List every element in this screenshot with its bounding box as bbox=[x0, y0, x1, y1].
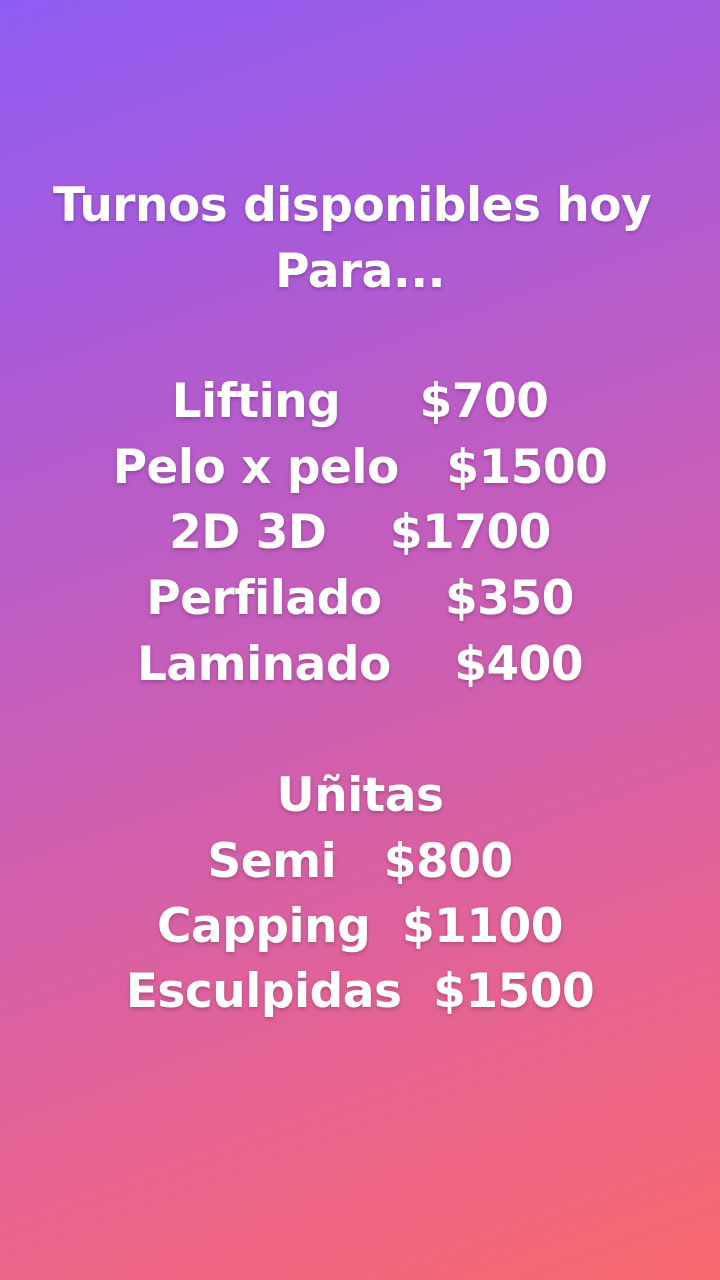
service-laminado: Laminado $400 bbox=[136, 637, 584, 692]
service-pelo-x-pelo: Pelo x pelo $1500 bbox=[112, 440, 608, 495]
heading-line-2: Para... bbox=[275, 244, 445, 299]
service-2d-3d: 2D 3D $1700 bbox=[169, 505, 551, 560]
service-perfilado: Perfilado $350 bbox=[146, 571, 574, 626]
nails-heading: Uñitas bbox=[276, 768, 444, 823]
nails-semi: Semi $800 bbox=[207, 834, 513, 889]
service-lifting: Lifting $700 bbox=[171, 374, 549, 429]
nails-capping: Capping $1100 bbox=[157, 899, 563, 954]
heading-line-1: Turnos disponibles hoy bbox=[52, 178, 668, 233]
nails-esculpidas: Esculpidas $1500 bbox=[125, 964, 595, 1019]
